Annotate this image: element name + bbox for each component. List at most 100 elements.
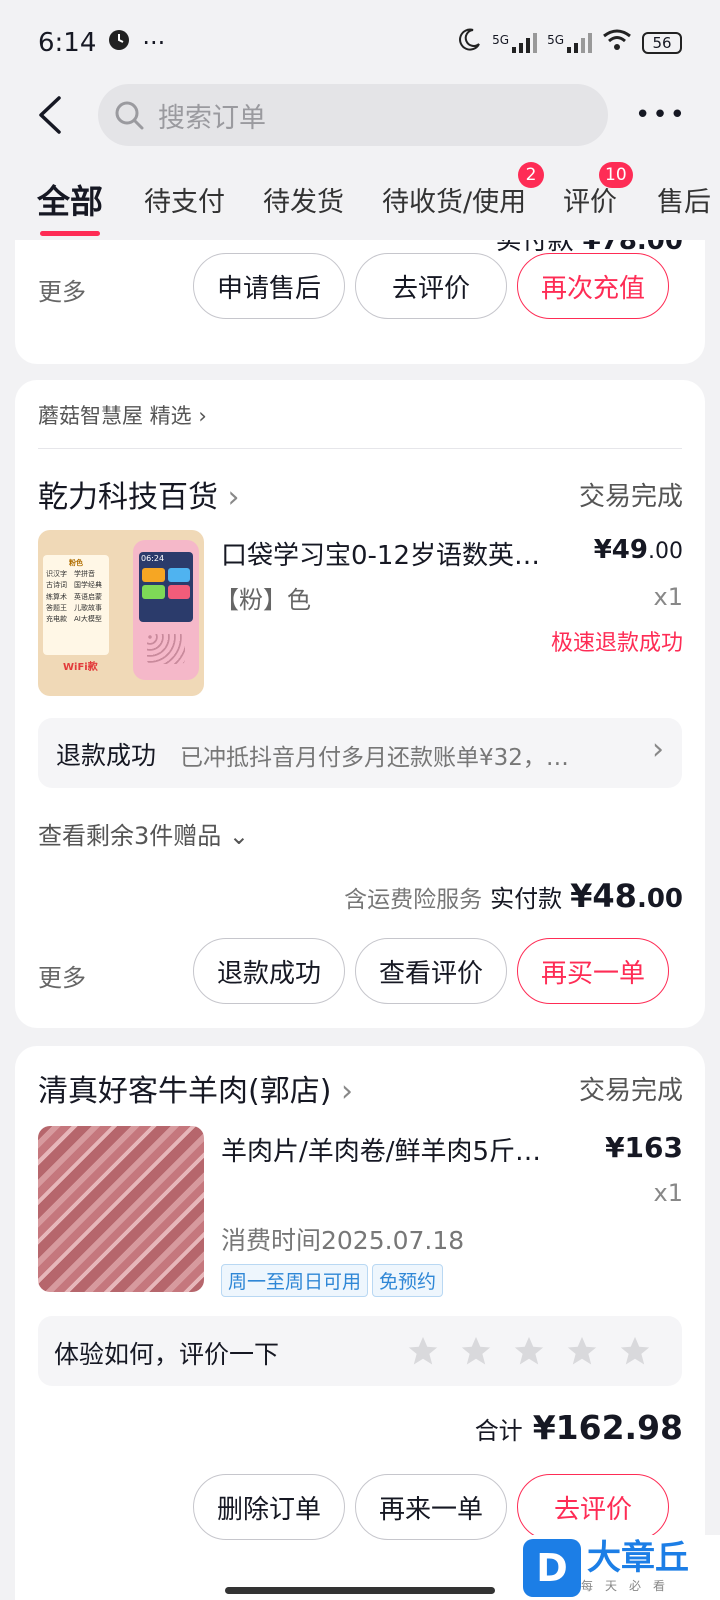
view-review-button[interactable]: 查看评价 — [355, 938, 507, 1004]
star-2-icon[interactable] — [459, 1334, 493, 1368]
star-3-icon[interactable] — [512, 1334, 546, 1368]
refund-status: 极速退款成功 — [550, 631, 683, 656]
paid-label: 实付款 — [490, 885, 563, 913]
status-dots: ··· — [142, 29, 166, 57]
thumb-line: 答题王 儿歌故事 — [46, 603, 102, 612]
total-amount: ¥162.98 — [532, 1408, 683, 1447]
order-card: 清真好客牛羊肉(郭店) › 交易完成 羊肉片/羊肉卷/鲜羊肉5斤… ¥163 x… — [15, 1046, 705, 1600]
insurance-note: 含运费险服务 — [344, 887, 483, 913]
source-link[interactable]: 蘑菇智慧屋 精选 › — [38, 400, 207, 430]
chevron-right-icon: › — [652, 732, 664, 767]
apply-after-sales-button[interactable]: 申请售后 — [193, 253, 345, 319]
order-total-row: 合计 ¥162.98 — [475, 1408, 683, 1447]
consume-time: 消费时间2025.07.18 — [221, 1226, 465, 1255]
tab-badge: 10 — [599, 162, 633, 188]
more-dots-icon: ••• — [635, 100, 688, 130]
more-link[interactable]: 更多 — [38, 272, 86, 307]
shop-link[interactable]: 清真好客牛羊肉(郭店) › — [38, 1066, 353, 1110]
gifts-label: 查看剩余3件赠品 — [38, 822, 222, 850]
watermark: D 大章丘 每天必看 — [523, 1535, 720, 1600]
order-status: 交易完成 — [578, 1076, 683, 1106]
product-title[interactable]: 口袋学习宝0-12岁语数英… — [221, 535, 540, 572]
tab-review[interactable]: 评价 10 — [563, 162, 633, 219]
refund-label: 退款成功 — [56, 741, 157, 770]
notification-icon — [108, 29, 130, 57]
delete-order-button[interactable]: 删除订单 — [193, 1474, 345, 1540]
thumb-feature-card: 粉色 识汉字 学拼音 古诗词 国学经典 练算术 英语启蒙 答题王 儿歌故事 充电… — [43, 555, 109, 655]
product-title[interactable]: 羊肉片/羊肉卷/鲜羊肉5斤… — [221, 1131, 541, 1168]
divider — [38, 448, 682, 449]
product-qty: x1 — [653, 1179, 683, 1207]
refund-desc: 已冲抵抖音月付多月还款账单¥32，… — [180, 745, 569, 771]
more-link[interactable]: 更多 — [38, 958, 86, 993]
order-again-button[interactable]: 再来一单 — [355, 1474, 507, 1540]
search-input[interactable]: 搜索订单 — [98, 84, 608, 146]
device-screen: 06:24 — [139, 552, 193, 622]
network-type-1: 5G — [492, 33, 510, 47]
active-tab-indicator — [40, 231, 100, 236]
buy-again-button[interactable]: 再买一单 — [517, 938, 669, 1004]
device-apps — [139, 565, 193, 602]
watermark-logo: D — [523, 1538, 581, 1597]
review-strip: 体验如何，评价一下 — [38, 1316, 682, 1386]
order-card: 蘑菇智慧屋 精选 › 乾力科技百货 › 交易完成 粉色 识汉字 学拼音 古诗词 … — [15, 380, 705, 1028]
price-integer: ¥49 — [593, 535, 648, 565]
chevron-left-icon — [39, 96, 61, 134]
product-spec: 【粉】色 — [215, 586, 311, 614]
thumb-line: 充电款 AI大模型 — [46, 614, 102, 623]
device-illustration: 06:24 — [133, 540, 199, 680]
wifi-icon — [602, 28, 632, 58]
product-price: ¥49.00 — [594, 535, 683, 565]
recharge-again-button[interactable]: 再次充值 — [517, 253, 669, 319]
tab-pending-receipt-label: 待收货/使用 — [382, 187, 527, 218]
order-status: 交易完成 — [578, 482, 683, 512]
order-card: 实付款 ¥78.00 更多 申请售后 去评价 再次充值 — [15, 240, 705, 364]
paid-amount: ¥48.00 — [570, 877, 683, 915]
star-1-icon[interactable] — [406, 1334, 440, 1368]
review-button[interactable]: 去评价 — [517, 1474, 669, 1540]
shop-link[interactable]: 乾力科技百货 › — [38, 472, 240, 516]
product-thumbnail[interactable] — [38, 1126, 204, 1292]
battery-icon: 56 — [642, 32, 682, 54]
thumb-wifi: WiFi款 — [63, 662, 98, 673]
star-5-icon[interactable] — [618, 1334, 652, 1368]
service-tags: 周一至周日可用 免预约 — [221, 1264, 447, 1297]
service-tag: 周一至周日可用 — [221, 1264, 369, 1297]
shop-name: 乾力科技百货 — [38, 480, 218, 515]
back-button[interactable] — [20, 85, 80, 145]
product-thumbnail[interactable]: 粉色 识汉字 学拼音 古诗词 国学经典 练算术 英语启蒙 答题王 儿歌故事 充电… — [38, 530, 204, 696]
tab-pending-payment[interactable]: 待支付 — [144, 180, 225, 219]
tab-after-sales[interactable]: 售后 — [657, 180, 711, 219]
device-speaker — [147, 634, 185, 664]
refund-info-strip[interactable]: 退款成功 已冲抵抖音月付多月还款账单¥32，… › — [38, 718, 682, 788]
search-placeholder: 搜索订单 — [158, 102, 266, 134]
home-indicator[interactable] — [225, 1587, 495, 1594]
shop-name: 清真好客牛羊肉(郭店) — [38, 1074, 332, 1109]
thumb-line: 古诗词 国学经典 — [46, 581, 102, 590]
order-paid-row: 含运费险服务 实付款 ¥48.00 — [344, 877, 683, 915]
thumb-line: 识汉字 学拼音 — [46, 570, 95, 579]
watermark-text: 大章丘 — [587, 1538, 689, 1578]
top-bar: 搜索订单 ••• — [0, 80, 720, 150]
refund-success-button[interactable]: 退款成功 — [193, 938, 345, 1004]
tab-review-label: 评价 — [563, 187, 617, 218]
review-prompt: 体验如何，评价一下 — [54, 1340, 280, 1369]
review-button[interactable]: 去评价 — [355, 253, 507, 319]
star-4-icon[interactable] — [565, 1334, 599, 1368]
signal-icon-1: 5G — [492, 33, 538, 53]
more-options-button[interactable]: ••• — [635, 90, 688, 140]
chevron-right-icon: › — [340, 1074, 353, 1109]
order-list: 实付款 ¥78.00 更多 申请售后 去评价 再次充值 蘑菇智慧屋 精选 › 乾… — [0, 240, 720, 1600]
paid-integer: ¥48 — [570, 877, 637, 915]
status-bar: 6:14 ··· 5G 5G 56 — [0, 0, 720, 86]
chevron-right-icon: › — [227, 480, 240, 515]
watermark-subtext: 每天必看 — [581, 1579, 678, 1593]
chevron-right-icon: › — [198, 404, 207, 428]
tab-all[interactable]: 全部 — [37, 175, 103, 223]
view-gifts-link[interactable]: 查看剩余3件赠品 ⌄ — [38, 816, 249, 851]
status-time: 6:14 — [38, 28, 97, 58]
device-clock: 06:24 — [141, 554, 165, 563]
tab-pending-receipt[interactable]: 待收货/使用 2 — [382, 162, 544, 219]
tab-pending-shipment[interactable]: 待发货 — [263, 180, 344, 219]
thumb-tag: 粉色 — [69, 559, 83, 567]
